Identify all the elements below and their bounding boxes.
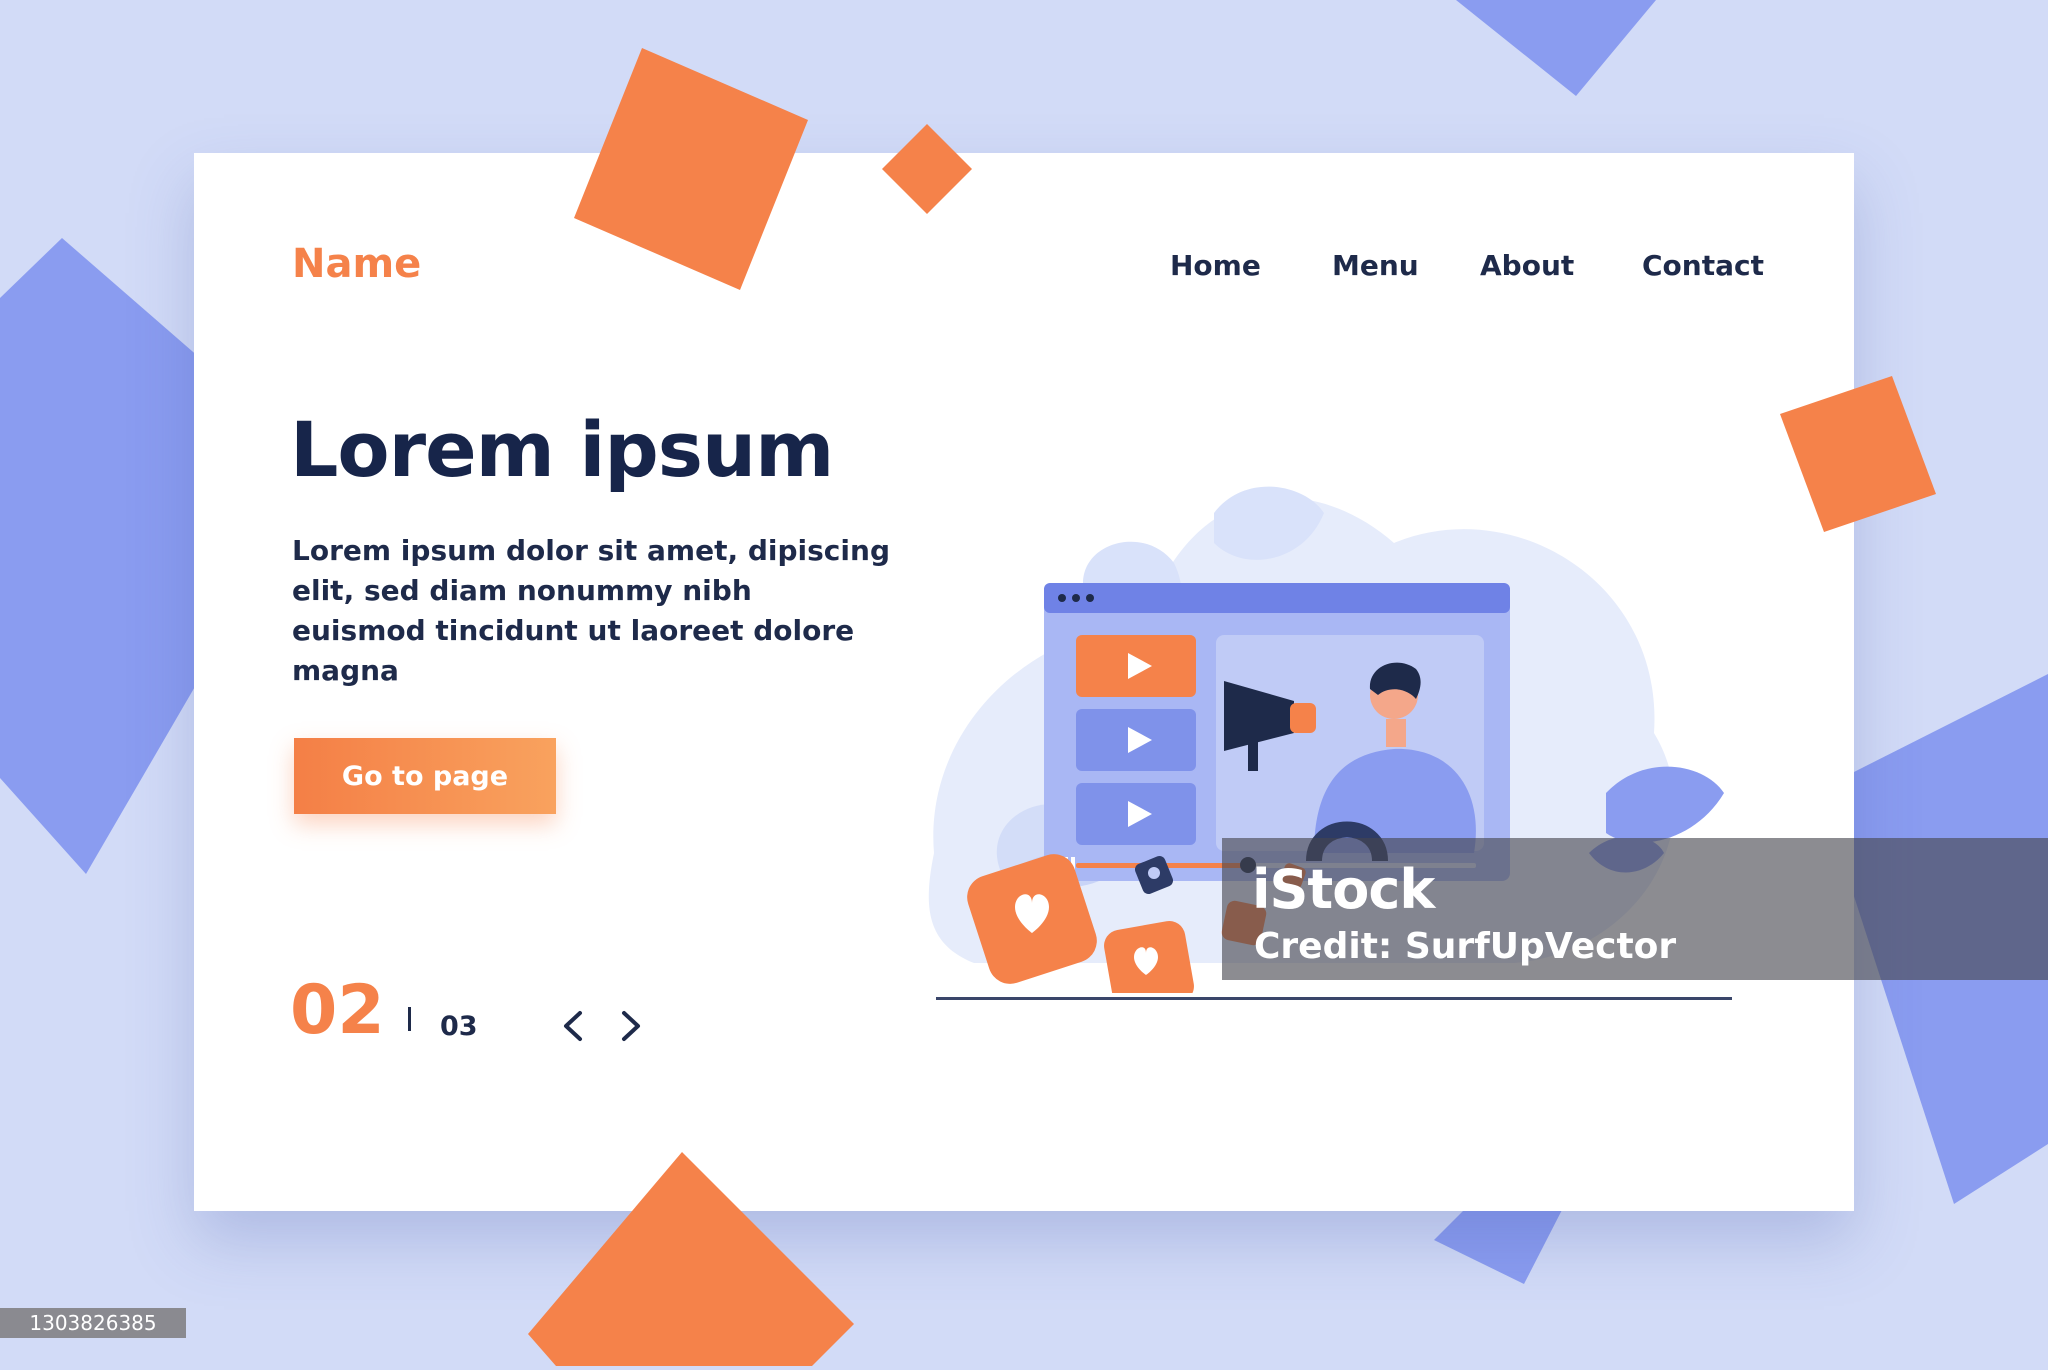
page-divider (408, 1007, 411, 1031)
watermark-credit: Credit: SurfUpVector (1254, 926, 1677, 967)
nav-contact[interactable]: Contact (1642, 249, 1764, 282)
page-total: 03 (440, 1011, 478, 1042)
chevron-left-icon[interactable] (554, 1005, 594, 1047)
background-shape-top-blue (1456, 0, 1656, 104)
brand-name[interactable]: Name (292, 241, 421, 287)
decor-diamond-orange-bottom (528, 1152, 858, 1370)
decor-square-orange (560, 48, 820, 302)
watermark-logo: iStock (1252, 858, 1435, 921)
page-current: 02 (290, 971, 385, 1050)
background-shape-left-blue (0, 238, 200, 882)
nav-menu[interactable]: Menu (1332, 249, 1419, 282)
chevron-right-icon[interactable] (610, 1005, 650, 1047)
nav-about[interactable]: About (1480, 249, 1574, 282)
landing-card: Name Home Menu About Contact Lorem ipsum… (194, 153, 1854, 1211)
image-id-label: 1303826385 (0, 1308, 186, 1338)
decor-diamond-orange-small (880, 122, 974, 220)
hero-title: Lorem ipsum (290, 405, 834, 494)
background-shape-bottom-blue (1434, 1206, 1564, 1290)
go-to-page-button[interactable]: Go to page (294, 738, 556, 814)
hero-description: Lorem ipsum dolor sit amet, dipiscing el… (292, 534, 890, 687)
decor-square-orange-right (1780, 376, 1940, 540)
nav-home[interactable]: Home (1170, 249, 1261, 282)
illustration-ground-line (936, 997, 1732, 1000)
